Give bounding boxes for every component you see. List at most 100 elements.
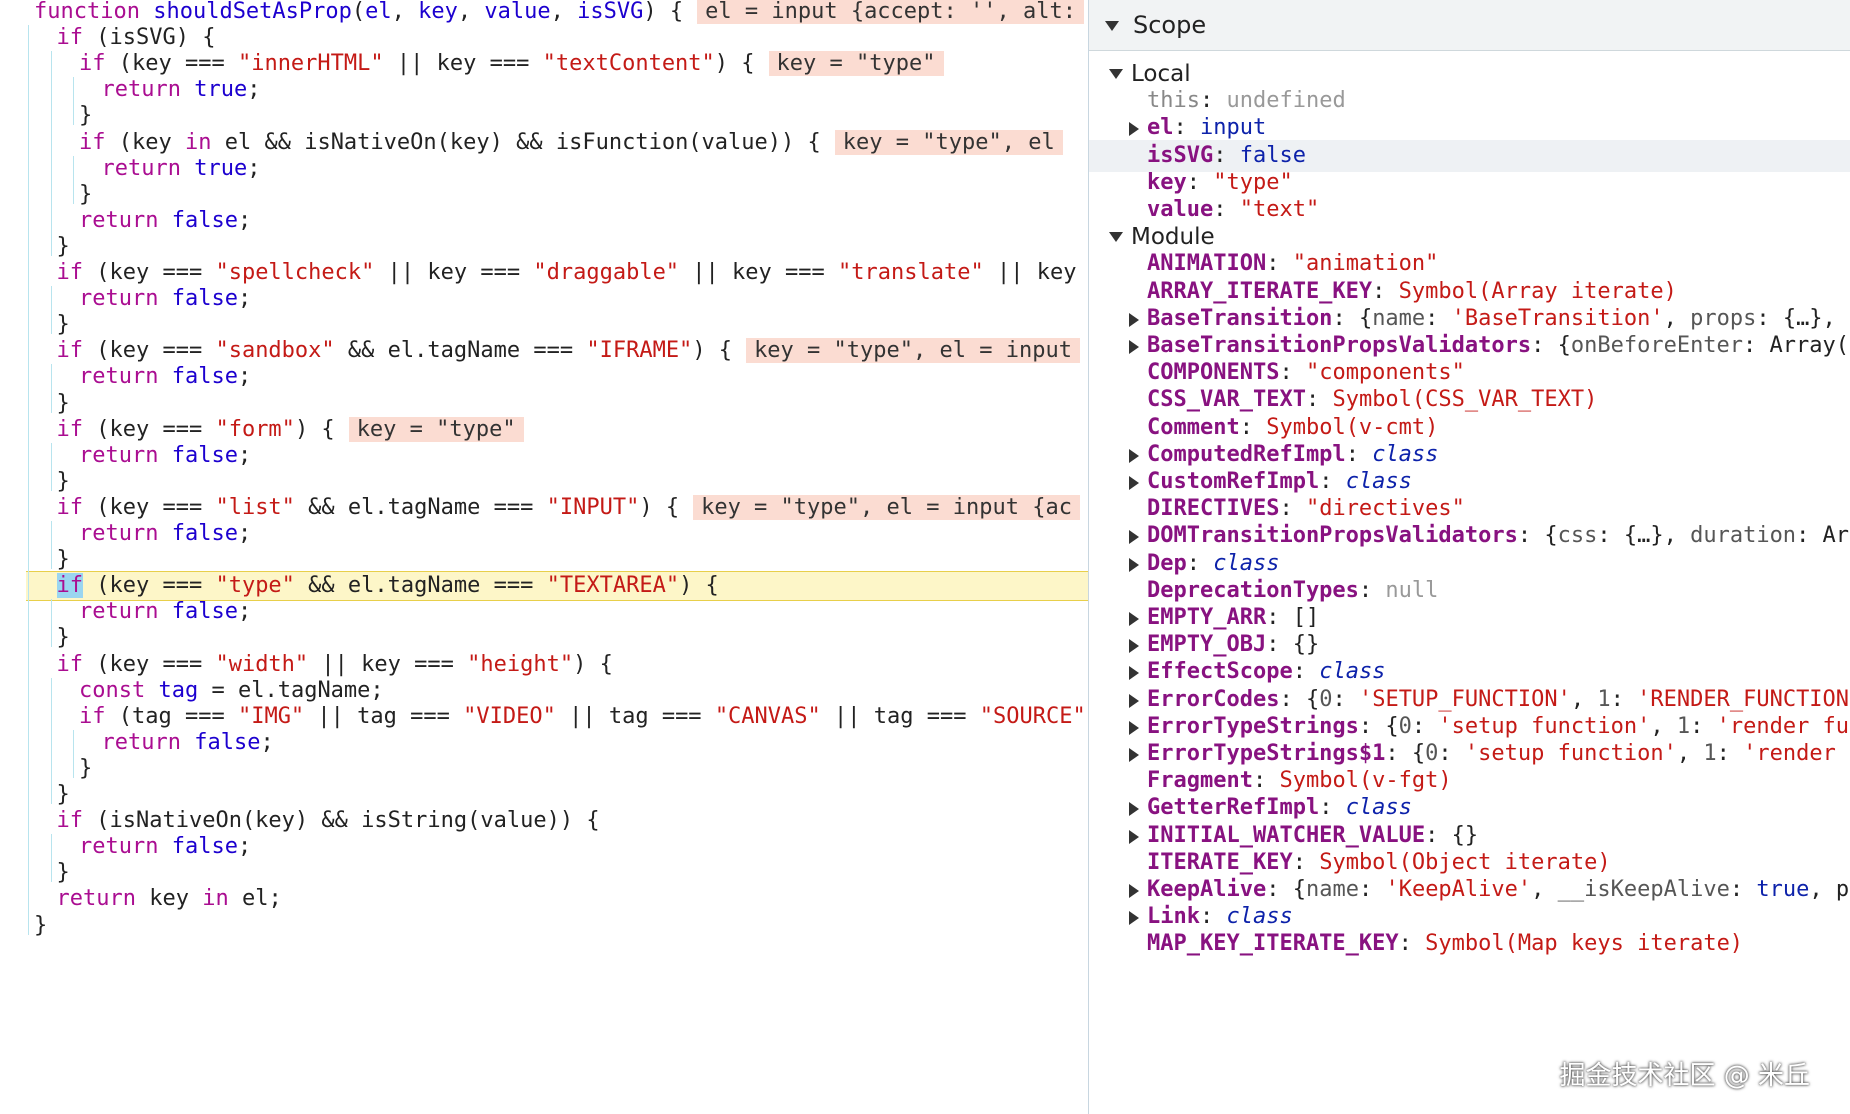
code-token: (key ===	[83, 416, 216, 442]
code-token: "textContent"	[542, 51, 715, 77]
expand-triangle-icon[interactable]	[1109, 232, 1123, 243]
code-token: (tag ===	[105, 703, 238, 729]
scope-panel: Scope Local this: undefined el: input isSVG…	[1089, 0, 1850, 1114]
inline-value-annotation: el = input {accept: '', alt:	[697, 0, 1084, 24]
variable-name: isSVG	[1147, 142, 1214, 168]
variable-value: "components"	[1305, 360, 1465, 386]
expand-triangle-icon[interactable]	[1129, 639, 1139, 654]
code-token: "IFRAME"	[586, 338, 693, 364]
code-token: el && isNativeOn(key) && isFunction(valu…	[211, 129, 821, 155]
variable-value: Symbol(CSS_VAR_TEXT)	[1332, 387, 1598, 413]
code-token: return	[101, 155, 195, 181]
variable-value: __isKeepAlive	[1557, 877, 1730, 902]
code-token: ,	[457, 0, 485, 24]
variable-value: Symbol(v-cmt)	[1266, 414, 1439, 440]
code-token: || tag ===	[555, 703, 715, 729]
expand-triangle-icon[interactable]	[1129, 720, 1139, 735]
code-token: if	[56, 260, 84, 285]
watermark: 掘金技术社区 @ 米丘	[1559, 1061, 1810, 1091]
expand-triangle-icon[interactable]	[1129, 748, 1139, 762]
code-token: value	[484, 0, 551, 24]
code-token: || tag ===	[304, 703, 464, 729]
code-token: "INPUT"	[546, 494, 640, 520]
code-token: function	[34, 0, 154, 24]
variable-value: ,	[1570, 686, 1598, 712]
code-token: }	[34, 912, 48, 938]
expand-triangle-icon[interactable]	[1129, 448, 1139, 463]
variable-value: {	[1557, 333, 1571, 358]
variable-value: : Ar	[1796, 523, 1850, 549]
code-token: in	[202, 886, 229, 912]
code-token: if	[79, 129, 106, 155]
code-token: return	[101, 77, 195, 103]
variable-value: class	[1345, 469, 1412, 494]
variable-value: onBeforeEnter	[1570, 333, 1744, 358]
variable-value: class	[1226, 904, 1293, 930]
indent-guide	[50, 51, 52, 256]
expand-triangle-icon[interactable]	[1129, 829, 1139, 844]
expand-triangle-icon[interactable]	[1129, 884, 1139, 898]
expand-triangle-icon[interactable]	[1129, 122, 1139, 137]
variable-value: {	[1385, 713, 1399, 739]
variable-name: Comment	[1147, 414, 1240, 440]
expand-triangle-icon[interactable]	[1129, 340, 1139, 354]
separator: :	[1279, 496, 1306, 522]
code-token: (key ===	[83, 260, 216, 285]
variable-value: input	[1200, 115, 1267, 141]
code-token: if	[56, 651, 84, 677]
code-token: return	[79, 207, 172, 233]
code-token: false	[171, 599, 238, 625]
expand-triangle-icon[interactable]	[1129, 612, 1139, 626]
expand-triangle-icon[interactable]	[1109, 69, 1123, 79]
variable-value: :	[1411, 713, 1439, 739]
code-token: || key ===	[308, 651, 468, 677]
separator: :	[1305, 387, 1333, 413]
indent-guide	[73, 77, 74, 126]
variable-value: {}	[1451, 822, 1479, 848]
variable-value: {	[1358, 305, 1373, 331]
code-token: && el.tagName ===	[294, 494, 547, 520]
expand-triangle-icon[interactable]	[1129, 476, 1139, 490]
variable-value: ,	[1663, 305, 1691, 331]
variable-value: class	[1372, 441, 1439, 467]
inline-value-annotation: key = "type"	[348, 416, 524, 442]
code-token: "width"	[215, 651, 309, 677]
inline-value-annotation: key = "type", el	[834, 129, 1063, 155]
separator: :	[1213, 197, 1240, 222]
expand-triangle-icon[interactable]	[1129, 312, 1139, 327]
code-token: ) {	[643, 0, 684, 24]
code-token: el	[365, 0, 392, 24]
expand-triangle-icon[interactable]	[1129, 557, 1139, 572]
separator: :	[1332, 305, 1359, 331]
scope-header[interactable]: Scope	[1089, 0, 1850, 51]
variable-name: COMPONENTS	[1147, 360, 1280, 386]
variable-value: 'setup function'	[1438, 713, 1651, 739]
variable-value: class	[1213, 550, 1280, 576]
inline-value-annotation: key = "type", el = input	[746, 338, 1080, 364]
code-token: ;	[237, 286, 252, 312]
expand-triangle-icon[interactable]	[1129, 693, 1139, 708]
expand-triangle-icon[interactable]	[1129, 530, 1139, 545]
separator: :	[1531, 333, 1558, 358]
expand-triangle-icon[interactable]	[1129, 666, 1139, 681]
code-token: }	[79, 755, 93, 781]
variable-value: duration	[1690, 523, 1797, 549]
variable-name: MAP_KEY_ITERATE_KEY	[1147, 931, 1399, 957]
variable-value: {	[1544, 523, 1558, 549]
variable-value: 1	[1703, 741, 1717, 766]
expand-triangle-icon[interactable]	[1129, 802, 1139, 817]
variable-name: CSS_VAR_TEXT	[1147, 387, 1306, 413]
scope-variable-row[interactable]: MAP_KEY_ITERATE_KEY: Symbol(Map keys ite…	[1089, 928, 1850, 960]
variable-value: true	[1756, 877, 1810, 902]
code-line[interactable]: }	[0, 911, 1088, 941]
indent-guide	[50, 677, 52, 805]
source-code-editor[interactable]: function shouldSetAsProp(el, key, value,…	[0, 0, 1089, 1114]
expand-triangle-icon[interactable]	[1129, 911, 1139, 926]
variable-value: :	[1610, 686, 1638, 712]
code-token: ) {	[692, 338, 733, 364]
variable-value: "text"	[1239, 197, 1320, 222]
code-token: false	[194, 729, 261, 755]
separator: :	[1517, 523, 1545, 549]
code-token: if	[56, 808, 84, 834]
code-token: }	[56, 547, 70, 573]
